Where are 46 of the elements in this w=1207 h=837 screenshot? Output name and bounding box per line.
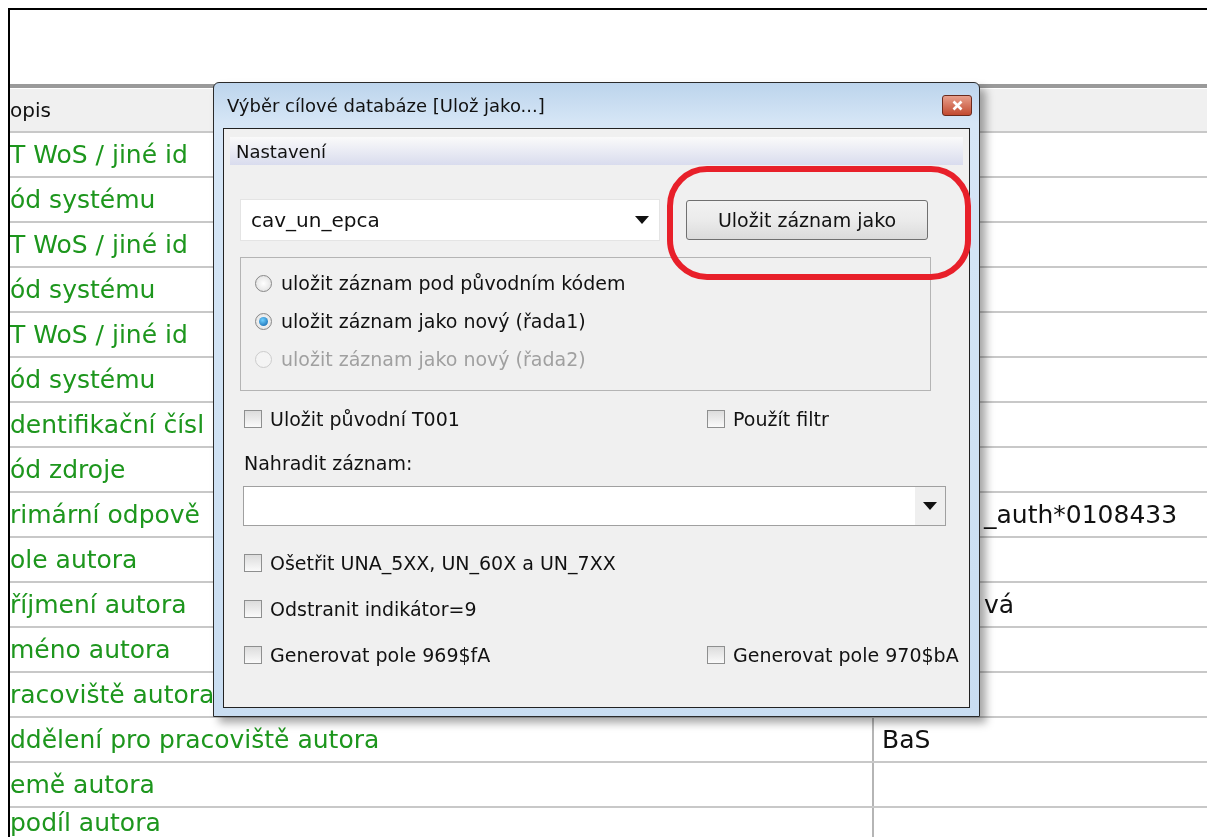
save-as-button[interactable]: Uložit záznam jako (686, 200, 928, 240)
checkbox[interactable] (244, 600, 262, 618)
table-cell: ddělení pro pracoviště autora (10, 725, 380, 754)
checkbox-label[interactable]: Uložit původní T001 (270, 408, 460, 430)
window-title: Výběr cílové databáze [Ulož jako...] (226, 95, 545, 116)
table-cell: méno autora (10, 635, 171, 664)
table-cell: _auth*0108433 (984, 500, 1178, 529)
table-cell: říjmení autora (10, 590, 187, 619)
table-cell: BaS (882, 725, 931, 754)
checkbox[interactable] (244, 646, 262, 664)
table-cell: racoviště autora (10, 680, 215, 709)
column-header[interactable]: opis (10, 99, 51, 121)
close-button[interactable] (942, 95, 972, 116)
table-cell: vá (984, 590, 1015, 619)
table-cell: dentifikační čísl (10, 410, 205, 439)
table-cell: ole autora (10, 545, 138, 574)
table-cell: T WoS / jiné id (10, 230, 188, 259)
table-cell: T WoS / jiné id (10, 320, 188, 349)
checkbox-label[interactable]: Generovat pole 970$bA (733, 644, 959, 666)
radio-label[interactable]: uložit záznam jako nový (řada1) (281, 310, 586, 332)
field-label: Nahradit záznam: (244, 452, 413, 474)
checkbox[interactable] (707, 646, 725, 664)
replace-dropdown[interactable] (243, 486, 946, 526)
radio-button[interactable] (255, 274, 272, 292)
checkbox-label[interactable]: Ošetřit UNA_5XX, UN_60X a UN_7XX (270, 552, 616, 574)
close-icon (951, 100, 963, 111)
checkbox[interactable] (244, 554, 262, 572)
checkbox-label[interactable]: Použít filtr (733, 408, 829, 430)
table-cell: ód systému (10, 365, 156, 394)
table-cell: ód systému (10, 185, 156, 214)
radio-label[interactable]: uložit záznam pod původním kódem (281, 272, 626, 294)
checkbox[interactable] (244, 410, 262, 428)
radio-button[interactable] (255, 312, 272, 330)
table-cell: rimární odpově (10, 500, 200, 529)
checkbox[interactable] (707, 410, 725, 428)
table-cell: podíl autora (10, 808, 161, 837)
database-dropdown[interactable]: cav_un_epca (240, 199, 660, 241)
table-cell: ód systému (10, 275, 156, 304)
table-cell: ód zdroje (10, 455, 126, 484)
dropdown-arrow-icon (923, 502, 937, 510)
checkbox-label[interactable]: Generovat pole 969$fA (270, 644, 491, 666)
table-cell: T WoS / jiné id (10, 140, 188, 169)
dropdown-arrow-icon (635, 216, 649, 224)
checkbox-label[interactable]: Odstranit indikátor=9 (270, 598, 477, 620)
section-header: Nastavení (236, 140, 327, 162)
table-cell: emě autora (10, 770, 155, 799)
